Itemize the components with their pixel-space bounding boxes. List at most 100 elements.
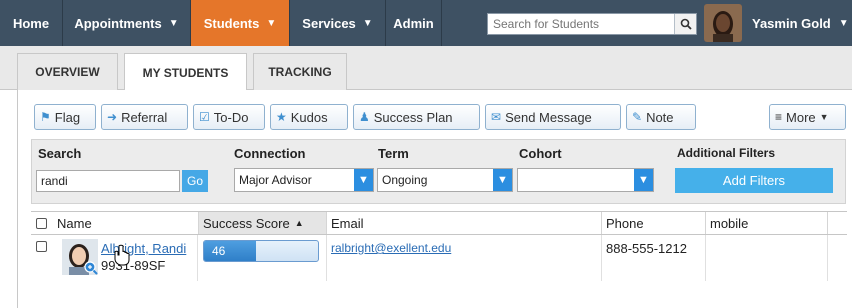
student-filter-search-input[interactable]: randi xyxy=(36,170,180,192)
note-icon: ✎ xyxy=(632,110,643,124)
chevron-down-icon: ▼ xyxy=(819,112,829,122)
user-menu[interactable]: Yasmin Gold ▼ xyxy=(752,0,849,46)
note-label: Note xyxy=(646,109,674,125)
tab-my-students[interactable]: MY STUDENTS xyxy=(124,53,247,91)
kudos-label: Kudos xyxy=(290,109,328,125)
term-select[interactable]: Ongoing ▼ xyxy=(377,168,513,192)
chevron-down-icon: ▼ xyxy=(634,169,653,191)
tab-overview-label: OVERVIEW xyxy=(35,65,100,79)
cohort-select[interactable]: ▼ xyxy=(517,168,654,192)
go-button[interactable]: Go xyxy=(182,170,208,192)
col-mobile-label: mobile xyxy=(710,215,749,231)
chevron-down-icon: ▼ xyxy=(168,17,179,29)
menu-icon: ≡ xyxy=(775,110,783,124)
column-divider xyxy=(827,235,828,281)
student-email: ralbright@exellent.edu xyxy=(331,241,452,255)
nav-services-label: Services xyxy=(302,15,356,31)
flag-icon: ⚑ xyxy=(40,110,51,124)
envelope-icon: ✉ xyxy=(491,110,502,124)
nav-admin[interactable]: Admin xyxy=(386,0,442,46)
tab-my-students-label: MY STUDENTS xyxy=(142,65,229,80)
student-search-box xyxy=(487,13,697,35)
add-filters-button[interactable]: Add Filters xyxy=(675,168,833,193)
tab-tracking-label: TRACKING xyxy=(268,65,332,79)
nav-appointments-label: Appointments xyxy=(74,15,162,31)
success-plan-button[interactable]: ♟ Success Plan xyxy=(353,104,480,130)
student-id: 9931-89SF xyxy=(101,258,166,273)
todo-button[interactable]: ☑ To-Do xyxy=(193,104,265,130)
nav-home[interactable]: Home xyxy=(0,0,63,46)
connection-value: Major Advisor xyxy=(239,173,312,187)
column-divider xyxy=(326,235,327,281)
col-email-label: Email xyxy=(331,215,364,231)
tab-tracking[interactable]: TRACKING xyxy=(253,53,347,90)
term-label: Term xyxy=(378,146,409,161)
student-search-input[interactable] xyxy=(488,14,674,34)
sort-ascending-icon: ▲ xyxy=(294,218,304,228)
col-name-label: Name xyxy=(57,215,92,231)
column-divider xyxy=(601,235,602,281)
col-phone[interactable]: Phone xyxy=(601,212,705,234)
referral-button[interactable]: ➜ Referral xyxy=(101,104,188,130)
connection-select[interactable]: Major Advisor ▼ xyxy=(234,168,374,192)
hand-cursor-icon xyxy=(114,244,130,266)
search-label: Search xyxy=(38,146,82,161)
chevron-down-icon: ▼ xyxy=(354,169,373,191)
more-label: More xyxy=(786,109,816,125)
col-email[interactable]: Email xyxy=(326,212,601,234)
chevron-down-icon: ▼ xyxy=(838,17,849,29)
connection-label: Connection xyxy=(234,146,306,161)
nav-appointments[interactable]: Appointments ▼ xyxy=(63,0,191,46)
referral-icon: ➜ xyxy=(107,110,118,124)
tab-bar: OVERVIEW MY STUDENTS TRACKING xyxy=(0,46,852,91)
col-name[interactable]: Name xyxy=(53,212,198,234)
referral-label: Referral xyxy=(121,109,168,125)
flag-label: Flag xyxy=(54,109,81,125)
success-score-value: 46 xyxy=(212,244,226,258)
nav-services[interactable]: Services ▼ xyxy=(290,0,386,46)
user-avatar[interactable] xyxy=(704,4,742,42)
go-label: Go xyxy=(186,174,203,188)
search-icon xyxy=(680,18,692,30)
more-button[interactable]: ≡ More ▼ xyxy=(769,104,846,130)
todo-icon: ☑ xyxy=(199,110,210,124)
col-success-score-label: Success Score xyxy=(203,215,290,231)
nav-home-label: Home xyxy=(12,15,50,31)
search-button[interactable] xyxy=(674,14,696,34)
chevron-down-icon: ▼ xyxy=(266,17,277,29)
kudos-button[interactable]: ★ Kudos xyxy=(270,104,348,130)
send-message-label: Send Message xyxy=(505,109,592,125)
select-all-checkbox[interactable] xyxy=(36,218,47,229)
col-mobile[interactable]: mobile xyxy=(705,212,827,234)
user-avatar-image xyxy=(704,4,742,42)
additional-filters-label: Additional Filters xyxy=(677,146,776,160)
star-icon: ★ xyxy=(276,110,287,124)
add-filters-label: Add Filters xyxy=(722,173,786,188)
flag-button[interactable]: ⚑ Flag xyxy=(34,104,96,130)
user-name-label: Yasmin Gold xyxy=(752,15,831,31)
row-checkbox[interactable] xyxy=(36,241,47,252)
student-filter-search-value: randi xyxy=(41,174,68,188)
zoom-icon xyxy=(84,261,98,275)
col-phone-label: Phone xyxy=(606,215,644,231)
student-email-link[interactable]: ralbright@exellent.edu xyxy=(331,241,451,255)
student-phone: 888-555-1212 xyxy=(606,241,687,256)
student-avatar[interactable] xyxy=(62,239,98,275)
tab-overview[interactable]: OVERVIEW xyxy=(17,53,118,90)
col-extra xyxy=(827,212,847,234)
column-divider xyxy=(705,235,706,281)
cohort-label: Cohort xyxy=(519,146,562,161)
success-score-bar: 46 xyxy=(203,240,319,262)
chevron-down-icon: ▼ xyxy=(362,17,373,29)
nav-students-label: Students xyxy=(203,15,260,31)
nav-students[interactable]: Students ▼ xyxy=(191,0,290,46)
chevron-down-icon: ▼ xyxy=(493,169,512,191)
send-message-button[interactable]: ✉ Send Message xyxy=(485,104,621,130)
nav-admin-label: Admin xyxy=(393,15,434,31)
note-button[interactable]: ✎ Note xyxy=(626,104,696,130)
success-plan-icon: ♟ xyxy=(359,110,370,124)
col-success-score[interactable]: Success Score ▲ xyxy=(198,212,326,234)
term-value: Ongoing xyxy=(382,173,428,187)
column-divider xyxy=(197,235,198,281)
success-plan-label: Success Plan xyxy=(373,109,453,125)
